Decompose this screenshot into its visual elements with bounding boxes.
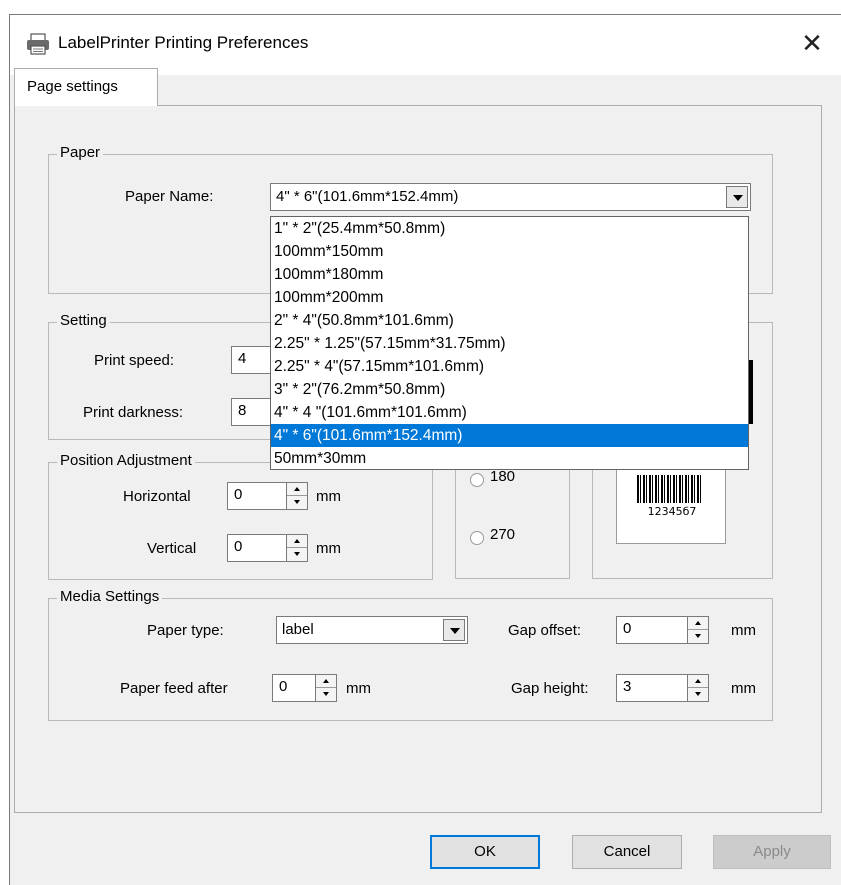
orientation-270-label: 270 (490, 526, 516, 543)
barcode-image (637, 475, 701, 503)
close-button[interactable]: ✕ (792, 25, 832, 61)
dropdown-option[interactable]: 2" * 4"(50.8mm*101.6mm) (271, 309, 748, 332)
vertical-field[interactable]: 0 (227, 534, 287, 562)
paper-feed-unit: mm (346, 680, 371, 697)
spin-up-icon[interactable] (287, 535, 307, 548)
position-adjustment-legend: Position Adjustment (57, 452, 195, 469)
orientation-270-radio[interactable] (470, 531, 484, 545)
dropdown-option[interactable]: 100mm*200mm (271, 286, 748, 309)
horizontal-field[interactable]: 0 (227, 482, 287, 510)
chevron-down-icon[interactable] (443, 619, 465, 641)
media-settings-legend: Media Settings (57, 588, 163, 605)
paper-name-label: Paper Name: (125, 188, 214, 205)
dropdown-option[interactable]: 4" * 4 "(101.6mm*101.6mm) (271, 401, 748, 424)
paper-feed-stepper[interactable] (315, 674, 337, 702)
gap-offset-field[interactable]: 0 (616, 616, 688, 644)
paper-type-value: label (282, 621, 314, 638)
spin-down-icon[interactable] (688, 688, 708, 701)
ok-button[interactable]: OK (430, 835, 540, 869)
vertical-label: Vertical (147, 540, 197, 557)
dropdown-option[interactable]: 3" * 2"(76.2mm*50.8mm) (271, 378, 748, 401)
paper-type-select[interactable]: label (276, 616, 468, 644)
print-darkness-label: Print darkness: (83, 404, 184, 421)
paper-feed-label: Paper feed after (120, 680, 228, 697)
gap-offset-unit: mm (731, 622, 756, 639)
gap-height-label: Gap height: (511, 680, 589, 697)
dropdown-option[interactable]: 50mm*30mm (271, 447, 748, 470)
dropdown-option[interactable]: 1" * 2"(25.4mm*50.8mm) (271, 217, 748, 240)
print-speed-label: Print speed: (94, 352, 175, 369)
spin-down-icon[interactable] (688, 630, 708, 643)
vertical-unit: mm (316, 540, 341, 557)
cancel-button[interactable]: Cancel (572, 835, 682, 869)
horizontal-stepper[interactable] (286, 482, 308, 510)
dropdown-option[interactable]: 100mm*150mm (271, 240, 748, 263)
horizontal-unit: mm (316, 488, 341, 505)
paper-group-legend: Paper (57, 144, 104, 161)
spin-down-icon[interactable] (287, 496, 307, 509)
position-adjustment-group: Position Adjustment (48, 452, 433, 580)
spin-up-icon[interactable] (287, 483, 307, 496)
orientation-180-label: 180 (490, 468, 516, 485)
spin-down-icon[interactable] (287, 548, 307, 561)
spin-up-icon[interactable] (316, 675, 336, 688)
dropdown-option-selected[interactable]: 4" * 6"(101.6mm*152.4mm) (271, 424, 748, 447)
paper-name-dropdown-list[interactable]: 1" * 2"(25.4mm*50.8mm) 100mm*150mm 100mm… (270, 216, 749, 470)
spin-up-icon[interactable] (688, 617, 708, 630)
apply-button[interactable]: Apply (713, 835, 831, 869)
dropdown-option[interactable]: 2.25" * 1.25"(57.15mm*31.75mm) (271, 332, 748, 355)
window-title: LabelPrinter Printing Preferences (58, 33, 309, 52)
gap-height-stepper[interactable] (687, 674, 709, 702)
tab-page-settings[interactable]: Page settings (14, 68, 158, 106)
paper-name-select[interactable]: 4" * 6"(101.6mm*152.4mm) (270, 183, 751, 211)
horizontal-label: Horizontal (123, 488, 191, 505)
printer-icon (27, 33, 49, 55)
gap-offset-label: Gap offset: (508, 622, 582, 639)
paper-name-value: 4" * 6"(101.6mm*152.4mm) (276, 188, 459, 205)
gap-height-unit: mm (731, 680, 756, 697)
dropdown-option[interactable]: 100mm*180mm (271, 263, 748, 286)
paper-feed-field[interactable]: 0 (272, 674, 316, 702)
title-bar: LabelPrinter Printing Preferences ✕ (10, 15, 841, 75)
dropdown-option[interactable]: 2.25" * 4"(57.15mm*101.6mm) (271, 355, 748, 378)
setting-group-legend: Setting (57, 312, 110, 329)
vertical-stepper[interactable] (286, 534, 308, 562)
barcode-text: 12345б7 (647, 505, 697, 518)
gap-offset-stepper[interactable] (687, 616, 709, 644)
orientation-180-radio[interactable] (470, 473, 484, 487)
gap-height-field[interactable]: 3 (616, 674, 688, 702)
chevron-down-icon[interactable] (726, 186, 748, 208)
paper-type-label: Paper type: (147, 622, 224, 639)
spin-down-icon[interactable] (316, 688, 336, 701)
spin-up-icon[interactable] (688, 675, 708, 688)
